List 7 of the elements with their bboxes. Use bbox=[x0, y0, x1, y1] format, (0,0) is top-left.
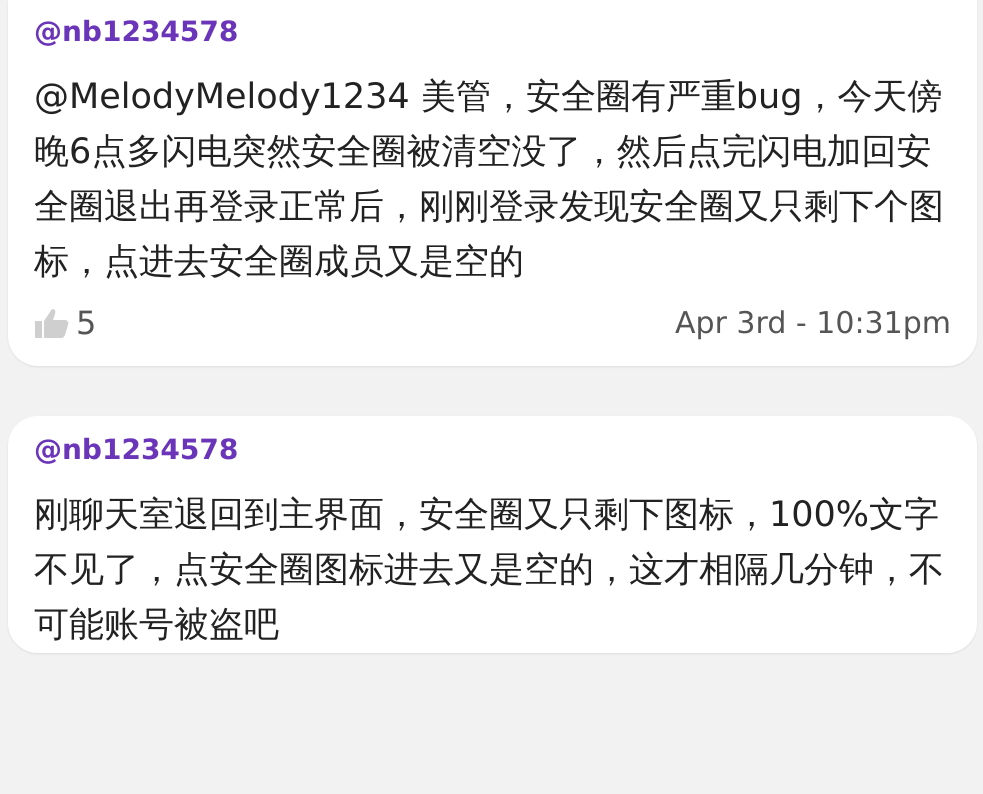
username[interactable]: @nb1234578 bbox=[34, 430, 951, 470]
like-button[interactable]: 5 bbox=[34, 304, 96, 342]
comment-text: @MelodyMelody1234 美管，安全圈有严重bug，今天傍晚6点多闪电突然安全圈被清空没了，然后点完闪电加回安全圈退出再登录正常后，刚刚登录发现安全圈又只剩下个图标，点进去安全圈成员又是空的 bbox=[34, 76, 945, 284]
thumbs-up-icon bbox=[34, 307, 70, 339]
comment-text: 刚聊天室退回到主界面，安全圈又只剩下图标，100%文字不见了，点安全圈图标进去又是空的，这才相隔几分钟，不可能账号被盗吧 bbox=[34, 494, 945, 647]
username[interactable]: @nb1234578 bbox=[34, 12, 951, 52]
timestamp: Apr 3rd - 10:31pm bbox=[675, 306, 951, 340]
